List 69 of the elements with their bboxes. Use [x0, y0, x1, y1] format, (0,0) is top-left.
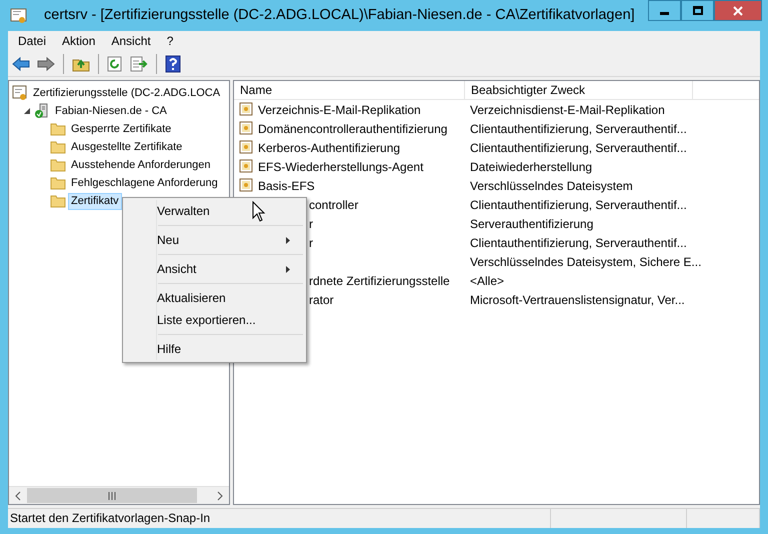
server-check-icon [34, 103, 50, 119]
purpose-text: Clientauthentifizierung, Serverauthentif... [469, 196, 687, 214]
tree-item[interactable]: Ausgestellte Zertifikate [68, 138, 186, 156]
folder-icon [50, 194, 66, 208]
purpose-text: Microsoft-Vertrauenslistensignatur, Ver... [469, 292, 685, 308]
purpose-text: Dateiwiederherstellung [469, 158, 592, 176]
certificate-icon [12, 85, 28, 101]
folder-icon [50, 158, 66, 172]
tree-item[interactable]: Zertifikatv [68, 192, 122, 210]
mouse-pointer-icon [252, 201, 266, 222]
submenu-arrow-icon [286, 266, 290, 272]
certificate-template-icon [239, 178, 254, 193]
menu-item[interactable]: Verwalten [125, 200, 304, 222]
scroll-left-icon[interactable] [15, 490, 21, 500]
folder-icon [50, 140, 66, 154]
tree-item[interactable]: Gesperrte Zertifikate [68, 120, 174, 138]
purpose-text: Verschlüsselndes Dateisystem, Sichere E... [469, 254, 702, 270]
certificate-template-icon [239, 140, 254, 155]
status-text: Startet den Zertifikatvorlagen-Snap-In [10, 511, 210, 525]
column-header[interactable]: Name [234, 81, 465, 99]
template-name[interactable]: rdnete Zertifizierungsstelle [309, 272, 450, 290]
template-name[interactable]: r [309, 234, 313, 252]
template-name[interactable]: Domänencontrollerauthentifizierung [258, 120, 448, 138]
horizontal-scrollbar[interactable] [9, 486, 229, 504]
purpose-text: Clientauthentifizierung, Serverauthentif... [469, 234, 687, 252]
submenu-arrow-icon [286, 236, 290, 244]
close-button[interactable] [714, 0, 762, 21]
menu-item[interactable]: Hilfe [125, 338, 304, 360]
column-header[interactable]: Beabsichtigter Zweck [465, 81, 693, 99]
folder-icon [50, 122, 66, 136]
maximize-button[interactable] [681, 0, 714, 21]
window-title: certsrv - [Zertifizierungsstelle (DC-2.ADG.LOCAL)\Fabian-Niesen.de - CA\Zertifikatvorlagen] [44, 6, 635, 25]
menu-item[interactable]: Ansicht [103, 32, 159, 50]
template-name[interactable]: r [309, 214, 313, 232]
template-name[interactable]: Verzeichnis-E-Mail-Replikation [258, 100, 421, 118]
help-icon[interactable] [163, 52, 183, 74]
menu-item[interactable]: Aktion [54, 32, 104, 50]
grip-icon [108, 492, 116, 500]
close-icon [733, 6, 743, 16]
template-name[interactable]: Basis-EFS [258, 176, 315, 194]
template-name[interactable]: rator [309, 290, 334, 308]
purpose-text: Clientauthentifizierung, Serverauthentif... [469, 120, 687, 138]
purpose-text: Serverauthentifizierung [469, 216, 594, 232]
purpose-text: Clientauthentifizierung, Serverauthentif... [469, 140, 687, 156]
tree-item[interactable]: Ausstehende Anforderungen [68, 156, 214, 174]
minimize-button[interactable] [648, 0, 681, 21]
tree-item[interactable]: Fehlgeschlagene Anforderung [68, 174, 221, 192]
export-list-icon[interactable] [128, 54, 150, 74]
template-name[interactable]: controller [309, 196, 358, 214]
menu-item[interactable]: Aktualisieren [125, 287, 304, 309]
menu-item[interactable]: Liste exportieren... [125, 309, 304, 331]
purpose-text: Verzeichnisdienst-E-Mail-Replikation [469, 102, 665, 118]
template-name[interactable]: EFS-Wiederherstellungs-Agent [258, 158, 424, 176]
certificate-template-icon [239, 121, 254, 136]
expanded-arrow-icon[interactable] [24, 108, 30, 114]
certificate-template-icon [239, 159, 254, 174]
scroll-right-icon[interactable] [217, 490, 223, 500]
purpose-text: Verschlüsselndes Dateisystem [469, 178, 633, 194]
menu-item[interactable]: ? [158, 32, 182, 50]
menu-item[interactable]: Neu [125, 229, 304, 251]
tree-item[interactable]: Fabian-Niesen.de - CA [52, 102, 170, 120]
purpose-text: <Alle> [469, 272, 504, 290]
certificate-icon [10, 6, 28, 24]
certificate-template-icon [239, 102, 254, 117]
folder-icon [50, 176, 66, 190]
menu-item[interactable]: Datei [10, 32, 54, 50]
tree-item[interactable]: Zertifizierungsstelle (DC-2.ADG.LOCA [30, 84, 224, 102]
menu-item[interactable]: Ansicht [125, 258, 304, 280]
template-name[interactable]: Kerberos-Authentifizierung [258, 138, 400, 156]
